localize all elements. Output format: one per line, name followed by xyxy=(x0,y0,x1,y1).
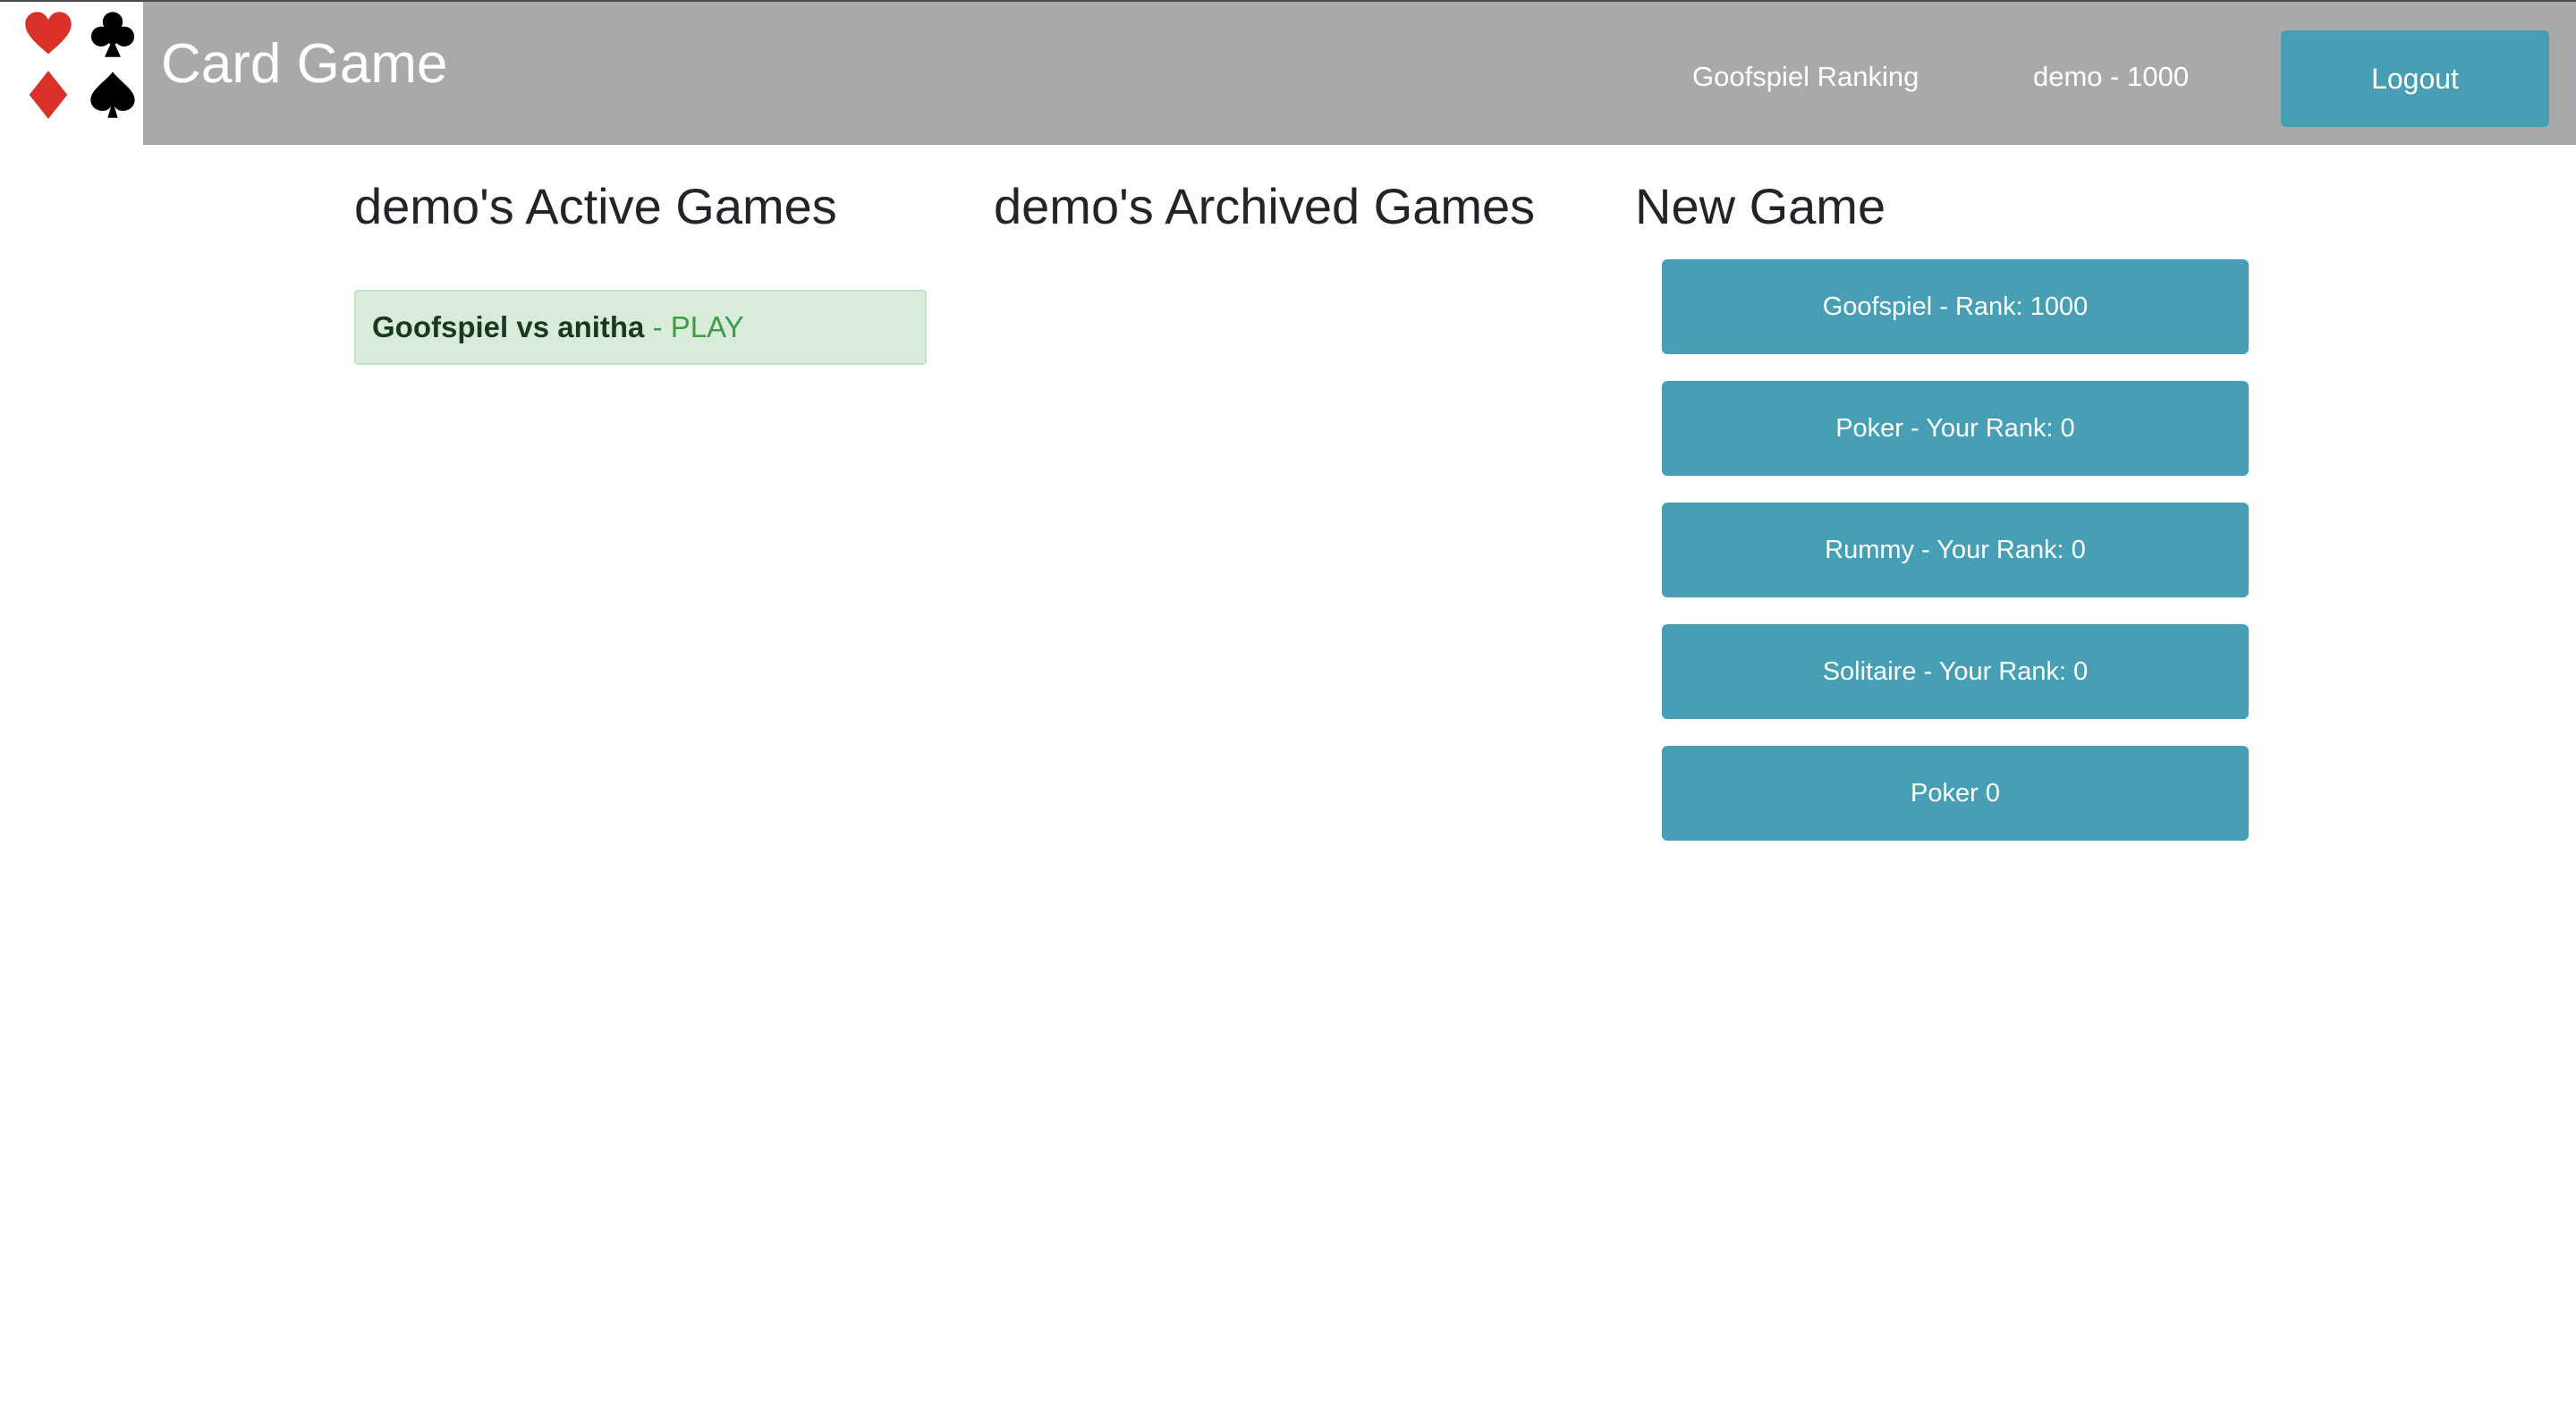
new-poker-button[interactable]: Poker - Your Rank: 0 xyxy=(1662,381,2249,476)
navbar: Card Game Goofspiel Ranking demo - 1000 … xyxy=(0,0,2576,145)
club-icon xyxy=(88,9,138,59)
new-rummy-button[interactable]: Rummy - Your Rank: 0 xyxy=(1662,503,2249,597)
play-link[interactable]: PLAY xyxy=(671,310,744,343)
spade-icon xyxy=(88,70,138,120)
goofspiel-ranking-link[interactable]: Goofspiel Ranking xyxy=(1692,59,1919,95)
new-solitaire-button[interactable]: Solitaire - Your Rank: 0 xyxy=(1662,624,2249,719)
new-game-heading: New Game xyxy=(1635,178,1886,234)
active-game-name: Goofspiel vs anitha xyxy=(372,310,645,343)
active-game-separator: - xyxy=(644,310,671,343)
new-poker-0-button[interactable]: Poker 0 xyxy=(1662,746,2249,841)
active-games-heading: demo's Active Games xyxy=(354,178,837,234)
brand-title[interactable]: Card Game xyxy=(161,29,447,100)
archived-games-heading: demo's Archived Games xyxy=(994,178,1536,234)
logo[interactable] xyxy=(0,2,143,145)
logout-button[interactable]: Logout xyxy=(2281,30,2549,127)
user-info-link[interactable]: demo - 1000 xyxy=(2033,59,2189,95)
new-goofspiel-button[interactable]: Goofspiel - Rank: 1000 xyxy=(1662,259,2249,354)
diamond-icon xyxy=(23,70,73,120)
heart-icon xyxy=(23,9,73,59)
active-game-item[interactable]: Goofspiel vs anitha - PLAY xyxy=(354,290,927,365)
